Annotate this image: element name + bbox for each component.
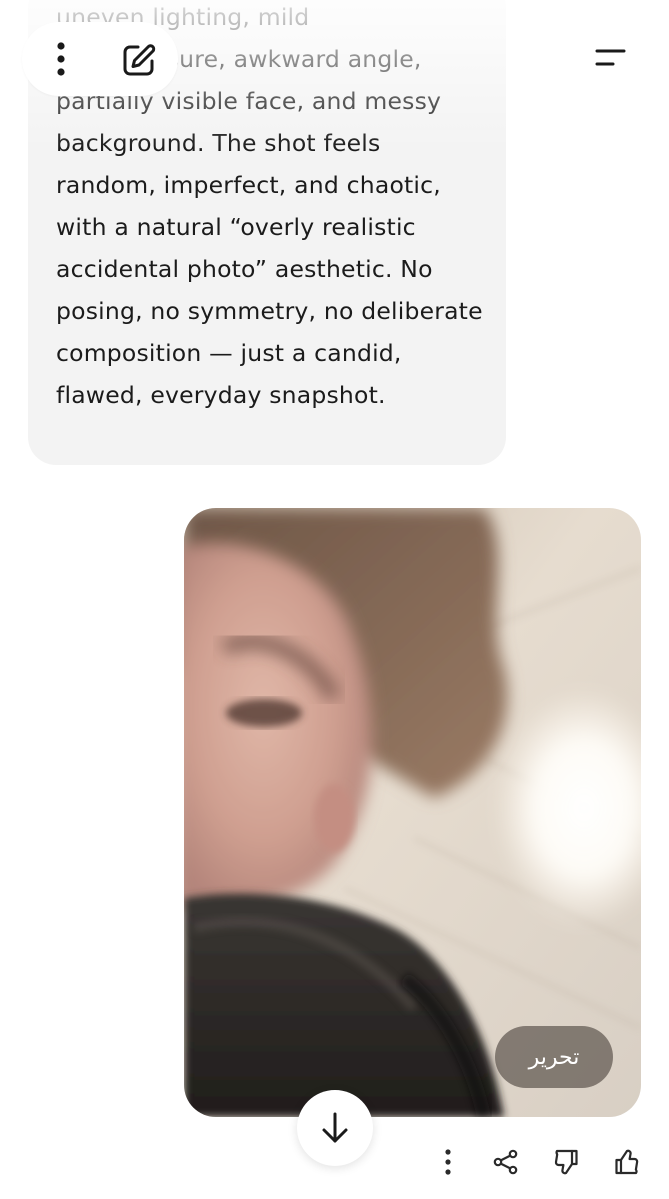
edit-icon [123, 44, 156, 76]
share-button[interactable] [488, 1144, 524, 1180]
scroll-down-button[interactable] [297, 1090, 373, 1166]
arrow-down-icon [322, 1112, 348, 1143]
thumbs-down-icon [554, 1149, 578, 1175]
new-chat-button[interactable] [120, 41, 158, 79]
more-vertical-icon [57, 42, 65, 76]
top-left-actions [22, 22, 178, 96]
more-vertical-icon [445, 1149, 451, 1175]
menu-button[interactable] [571, 19, 649, 97]
thumbs-up-button[interactable] [608, 1144, 644, 1180]
share-icon [493, 1149, 518, 1175]
thumbs-up-icon [615, 1149, 639, 1175]
edit-image-button[interactable]: تحرير [495, 1026, 613, 1088]
thumbs-down-button[interactable] [549, 1144, 585, 1180]
menu-icon [595, 49, 626, 66]
more-options-button[interactable] [44, 41, 78, 77]
more-actions-button[interactable] [430, 1144, 466, 1180]
